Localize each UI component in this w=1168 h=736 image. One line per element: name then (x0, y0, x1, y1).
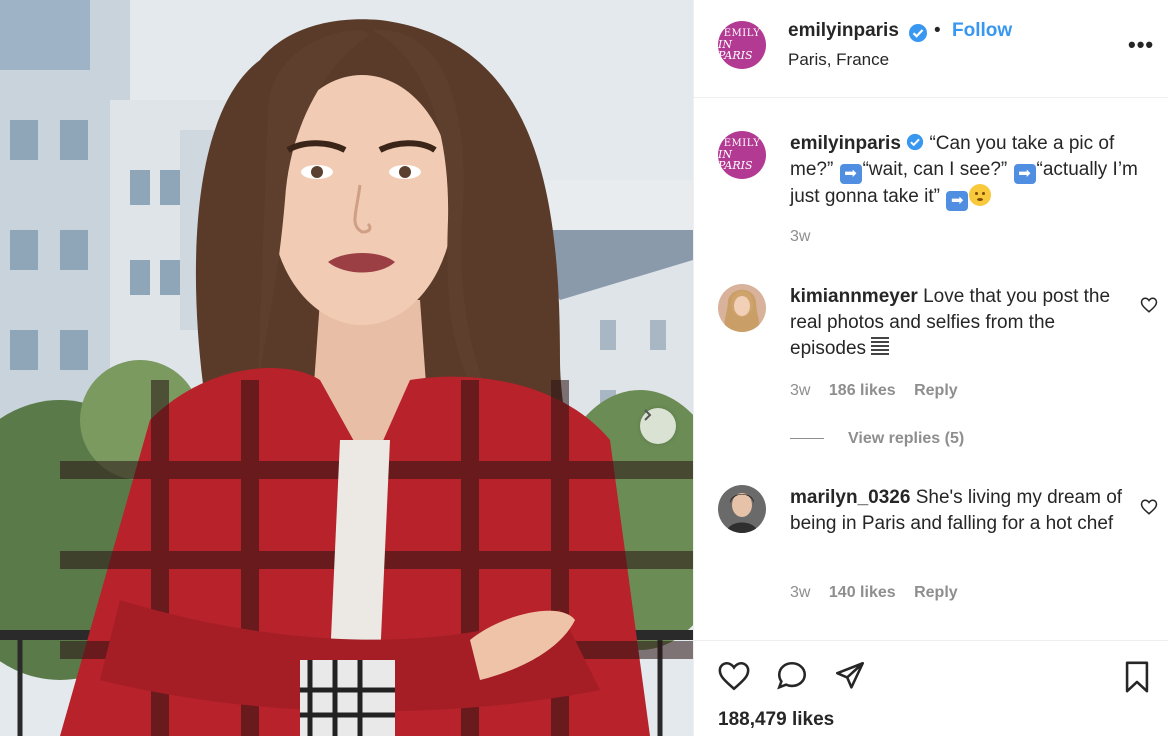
like-comment-heart-icon[interactable] (1140, 498, 1158, 516)
comment-text: kimiannmeyer Love that you post the real… (790, 284, 1130, 362)
more-options-icon[interactable]: ••• (1128, 32, 1154, 58)
caption-timestamp[interactable]: 3w (790, 228, 810, 246)
emoji-icon (871, 337, 890, 357)
comment-timestamp[interactable]: 3w (790, 382, 810, 399)
verified-badge-icon (907, 133, 924, 151)
profile-username[interactable]: emilyinparis (788, 20, 899, 42)
caption-text-part2: “wait, can I see?” (862, 159, 1013, 180)
right-arrow-emoji-icon: ➡ (1013, 164, 1036, 184)
bookmark-icon[interactable] (1120, 659, 1154, 695)
photo-illustration (0, 0, 693, 736)
right-arrow-emoji-icon: ➡ (839, 164, 862, 184)
post-location[interactable]: Paris, France (788, 50, 889, 70)
flushed-face-emoji-icon (969, 184, 992, 206)
commenter-photo (718, 485, 766, 533)
comment-username[interactable]: marilyn_0326 (790, 487, 910, 508)
post-sidebar: EMILY IN PARIS emilyinparis • Follow Par… (693, 0, 1168, 736)
follow-button[interactable]: Follow (952, 20, 1012, 42)
avatar-logo-subtext: IN PARIS (718, 38, 753, 62)
profile-avatar[interactable]: EMILY IN PARIS (718, 21, 766, 69)
chevron-right-icon (644, 409, 652, 421)
comment-avatar[interactable] (718, 485, 766, 533)
reply-button[interactable]: Reply (914, 382, 958, 399)
like-comment-heart-icon[interactable] (1140, 296, 1158, 314)
header-separator: • (934, 20, 941, 41)
share-icon[interactable] (832, 659, 868, 693)
view-replies-button[interactable]: View replies (5) (790, 430, 964, 448)
verified-badge-icon (909, 24, 927, 42)
comment-username[interactable]: kimiannmeyer (790, 286, 918, 307)
view-replies-label: View replies (5) (848, 430, 965, 447)
next-photo-button[interactable] (640, 408, 676, 444)
comment-timestamp[interactable]: 3w (790, 584, 810, 601)
post-caption: emilyinparis “Can you take a pic of me?”… (790, 131, 1150, 211)
post-actions-bar: 188,479 likes (694, 640, 1168, 736)
comment-avatar[interactable] (718, 284, 766, 332)
comment-likes[interactable]: 186 likes (829, 382, 896, 399)
replies-divider (790, 438, 824, 440)
comment-likes[interactable]: 140 likes (829, 584, 896, 601)
caption-avatar[interactable]: EMILY IN PARIS (718, 131, 766, 179)
heart-icon[interactable] (716, 659, 752, 693)
commenter-photo (718, 284, 766, 332)
comment-icon[interactable] (774, 659, 810, 693)
post-header: EMILY IN PARIS emilyinparis • Follow Par… (694, 0, 1168, 98)
reply-button[interactable]: Reply (914, 584, 958, 601)
comment-meta: 3w 186 likes Reply (790, 382, 972, 400)
comment-text: marilyn_0326 She's living my dream of be… (790, 485, 1130, 537)
post-likes-count[interactable]: 188,479 likes (718, 709, 834, 731)
right-arrow-emoji-icon: ➡ (946, 191, 969, 211)
caption-username[interactable]: emilyinparis (790, 133, 901, 154)
avatar-logo-subtext: IN PARIS (718, 148, 753, 172)
post-photo[interactable] (0, 0, 693, 736)
comment-meta: 3w 140 likes Reply (790, 584, 972, 602)
